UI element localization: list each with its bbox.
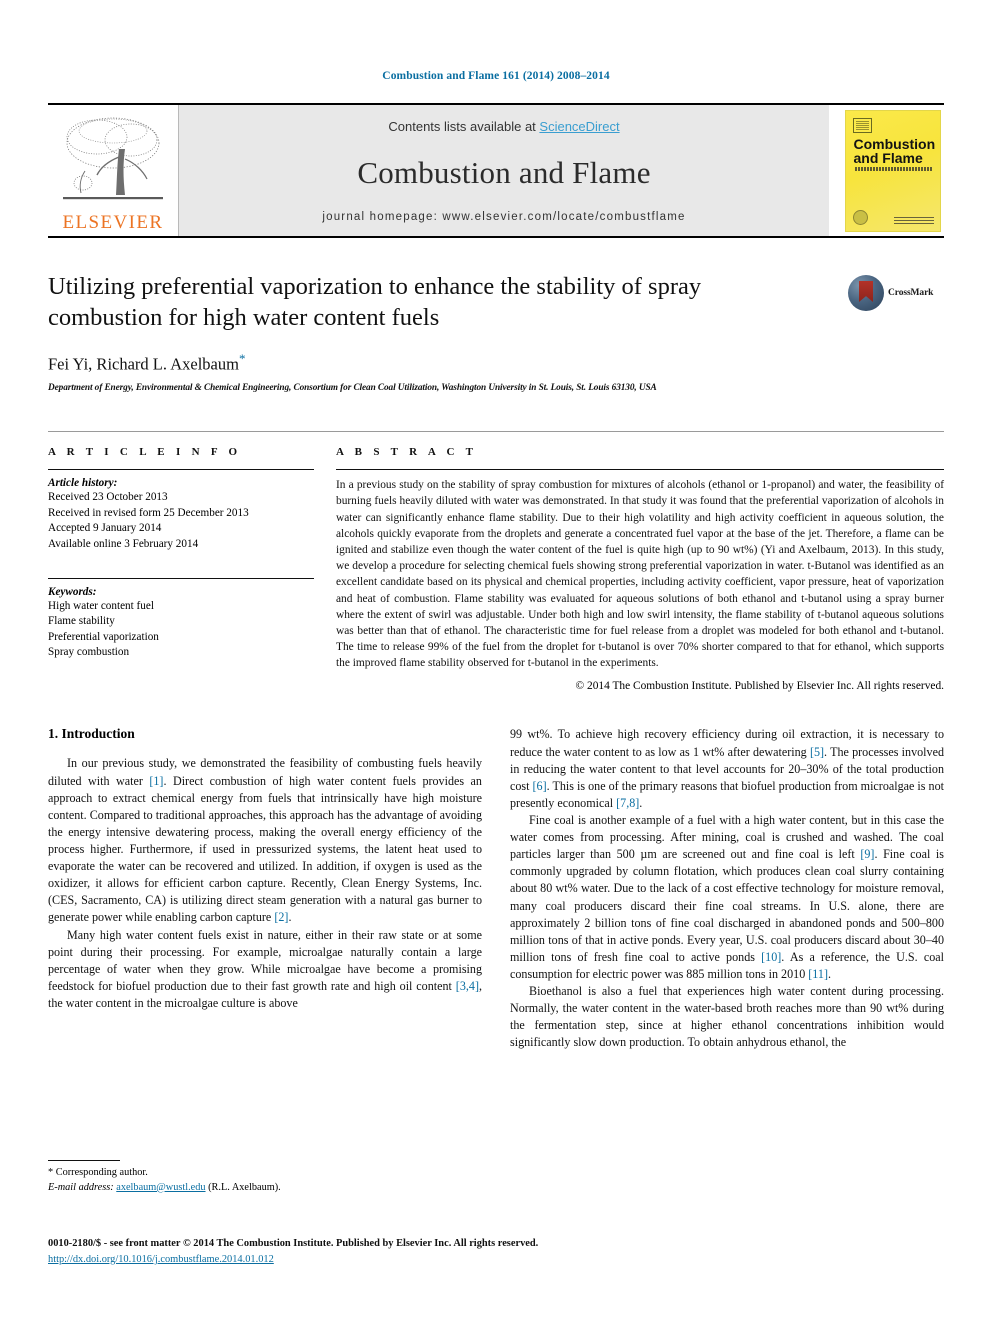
cover-title-line2: and Flame (853, 150, 923, 167)
citation-ref[interactable]: [2] (274, 910, 288, 924)
running-head: Combustion and Flame 161 (2014) 2008–201… (382, 70, 610, 82)
keyword-item: High water content fuel (48, 600, 154, 613)
sciencedirect-link[interactable]: ScienceDirect (539, 119, 619, 134)
article-history-item: Available online 3 February 2014 (48, 537, 199, 550)
footer-copyright: 0010-2180/$ - see front matter © 2014 Th… (48, 1238, 539, 1249)
paragraph-text: Fine coal is another example of a fuel w… (510, 813, 945, 981)
body-column-right: 99 wt%. To achieve high recovery efficie… (510, 726, 944, 1051)
footnote-block: * Corresponding author. E-mail address: … (48, 1160, 478, 1195)
section-heading-introduction: 1. Introduction (48, 726, 135, 742)
keywords-group: Keywords: High water content fuel Flame … (48, 578, 314, 661)
keywords-rule (48, 578, 314, 580)
citation-ref[interactable]: [6] (533, 779, 547, 793)
body-column-left: 1. Introduction In our previous study, w… (48, 726, 482, 1051)
info-abstract-section: A R T I C L E I N F O Article history: R… (48, 431, 944, 692)
paragraph-text: Many high water content fuels exist in n… (48, 927, 482, 1010)
paragraph-text: In our previous study, we demonstrated t… (48, 756, 482, 925)
citation-ref[interactable]: [9] (860, 847, 874, 861)
article-history-item: Accepted 9 January 2014 (48, 522, 162, 535)
page-title: Utilizing preferential vaporization to e… (48, 273, 702, 332)
cover-title-line1: Combustion (853, 135, 936, 152)
email-label: E-mail address: (48, 1181, 114, 1193)
article-history-item: Received in revised form 25 December 201… (48, 506, 249, 519)
paragraph: 99 wt%. To achieve high recovery efficie… (510, 726, 944, 812)
article-history-heading: Article history: (48, 477, 118, 490)
article-info-label: A R T I C L E I N F O (48, 446, 242, 459)
citation-ref[interactable]: [10] (761, 950, 781, 964)
abstract-copyright: © 2014 The Combustion Institute. Publish… (575, 680, 944, 693)
paragraph: Many high water content fuels exist in n… (48, 927, 482, 1013)
abstract-label: A B S T R A C T (336, 446, 478, 459)
author-names: Fei Yi, Richard L. Axelbaum (48, 354, 239, 374)
cover-elsevier-mark-icon (852, 117, 872, 133)
paragraph: Bioethanol is also a fuel that experienc… (510, 983, 944, 1051)
article-history-item: Received 23 October 2013 (48, 491, 168, 504)
title-block: Utilizing preferential vaporization to e… (48, 271, 944, 393)
cover-seal-icon (852, 209, 868, 225)
article-info-rule (48, 469, 314, 471)
journal-masthead: ELSEVIER Contents lists available at Sci… (48, 103, 944, 238)
keyword-item: Flame stability (48, 615, 115, 628)
contents-available-line: Contents lists available at ScienceDirec… (388, 119, 619, 134)
crossmark-icon (848, 275, 884, 311)
crossmark-badge-group[interactable]: CrossMark (848, 271, 944, 311)
journal-homepage-line[interactable]: journal homepage: www.elsevier.com/locat… (322, 211, 685, 223)
email-suffix: (R.L. Axelbaum). (208, 1181, 281, 1193)
keywords-heading: Keywords: (48, 586, 97, 599)
cover-subtitle-bar (854, 166, 933, 171)
citation-ref[interactable]: [7,8] (616, 796, 639, 810)
paper-page: Combustion and Flame 161 (2014) 2008–201… (0, 0, 992, 1323)
title-text-wrap: Utilizing preferential vaporization to e… (48, 271, 848, 393)
abstract-column: A B S T R A C T In a previous study on t… (336, 446, 944, 692)
keyword-item: Preferential vaporization (48, 630, 159, 643)
journal-title: Combustion and Flame (357, 154, 651, 190)
cover-footer-bar (893, 214, 934, 224)
citation-ref[interactable]: [11] (808, 967, 828, 981)
citation-ref[interactable]: [5] (810, 745, 824, 759)
journal-cover-thumbnail[interactable]: Combustion and Flame (841, 105, 944, 236)
corresponding-author-note: * Corresponding author. (48, 1167, 148, 1178)
paragraph: In our previous study, we demonstrated t… (48, 755, 482, 926)
abstract-rule (336, 469, 944, 471)
email-note: E-mail address: axelbaum@wustl.edu (R.L.… (48, 1181, 478, 1196)
affiliation: Department of Energy, Environmental & Ch… (48, 383, 657, 394)
footnote-rule (48, 1160, 120, 1161)
elsevier-wordmark: ELSEVIER (62, 212, 164, 233)
article-info-column: A R T I C L E I N F O Article history: R… (48, 446, 314, 692)
paragraph-text: Bioethanol is also a fuel that experienc… (510, 984, 944, 1050)
body-columns: 1. Introduction In our previous study, w… (48, 726, 944, 1051)
citation-ref[interactable]: [1] (149, 774, 163, 788)
keyword-item: Spray combustion (48, 646, 130, 659)
contents-prefix: Contents lists available at (388, 119, 540, 134)
paragraph: Fine coal is another example of a fuel w… (510, 812, 944, 983)
masthead-center: Contents lists available at ScienceDirec… (179, 105, 829, 236)
doi-link[interactable]: http://dx.doi.org/10.1016/j.combustflame… (48, 1254, 274, 1265)
cover-image: Combustion and Flame (844, 109, 941, 232)
email-link[interactable]: axelbaum@wustl.edu (116, 1182, 205, 1193)
crossmark-label: CrossMark (888, 288, 934, 298)
elsevier-logo: ELSEVIER (48, 105, 179, 236)
corresponding-author-marker[interactable]: * (239, 351, 246, 366)
cover-title: Combustion and Flame (853, 135, 936, 167)
elsevier-tree-icon (57, 113, 169, 213)
citation-ref[interactable]: [3,4] (456, 979, 479, 993)
author-list: Fei Yi, Richard L. Axelbaum* (48, 351, 834, 375)
abstract-text: In a previous study on the stability of … (336, 479, 944, 670)
paragraph-text: 99 wt%. To achieve high recovery efficie… (510, 727, 944, 810)
page-footer: 0010-2180/$ - see front matter © 2014 Th… (48, 1238, 948, 1267)
